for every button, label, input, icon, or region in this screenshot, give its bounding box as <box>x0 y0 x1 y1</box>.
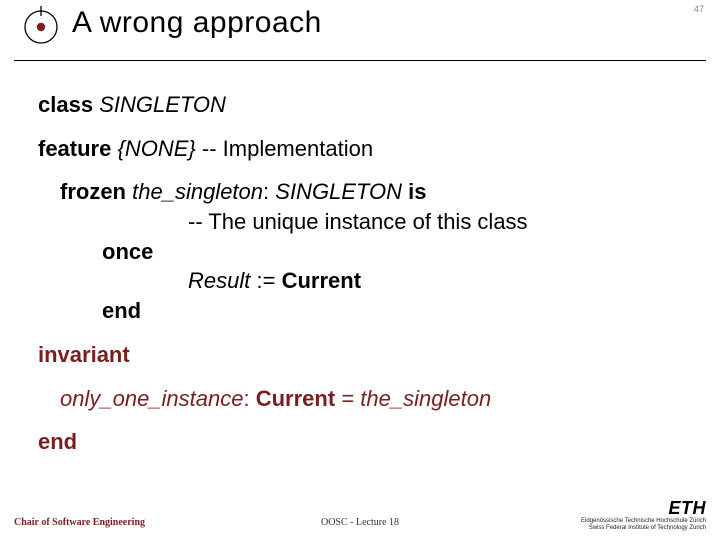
slide: A wrong approach 47 class SINGLETON feat… <box>0 0 720 540</box>
kw-current: Current <box>282 268 361 293</box>
return-type: SINGLETON <box>275 179 402 204</box>
class-line: class SINGLETON <box>38 90 690 120</box>
kw-class: class <box>38 92 93 117</box>
kw-once: once <box>102 239 153 264</box>
routine-header: frozen the_singleton: SINGLETON is <box>60 177 690 207</box>
result: Result <box>188 268 250 293</box>
slide-header: A wrong approach 47 <box>14 0 706 61</box>
eth-logo: ETH <box>581 499 706 517</box>
footer-right: ETH Eidgenössische Technische Hochschule… <box>581 499 706 532</box>
eth-sub1: Eidgenössische Technische Hochschule Zür… <box>581 518 706 525</box>
assign-op: := <box>256 268 275 293</box>
eth-sub2: Swiss Federal Institute of Technology Zu… <box>581 525 706 532</box>
routine-comment-line: -- The unique instance of this class <box>188 207 690 237</box>
feature-line: feature {NONE} -- Implementation <box>38 134 690 164</box>
slide-title: A wrong approach <box>72 6 322 40</box>
routine-comment: -- The unique instance of this class <box>188 209 528 234</box>
kw-invariant: invariant <box>38 342 130 367</box>
kw-frozen: frozen <box>60 179 126 204</box>
once-line: once <box>102 237 690 267</box>
kw-end-routine: end <box>102 298 141 323</box>
inv-rhs: the_singleton <box>360 386 491 411</box>
invariant-clause: only_one_instance: Current = the_singlet… <box>60 384 690 414</box>
inv-current: Current <box>256 386 335 411</box>
kw-is: is <box>408 179 426 204</box>
inv-tag: only_one_instance <box>60 386 243 411</box>
bullet-logo-icon <box>20 6 62 48</box>
assign-line: Result := Current <box>188 266 690 296</box>
kw-feature: feature <box>38 136 111 161</box>
feature-comment: -- Implementation <box>202 136 373 161</box>
class-name: SINGLETON <box>99 92 226 117</box>
page-number: 47 <box>694 4 704 14</box>
feature-name: the_singleton <box>132 179 263 204</box>
end-class-line: end <box>38 427 690 457</box>
kw-end-class: end <box>38 429 77 454</box>
invariant-line: invariant <box>38 340 690 370</box>
type-colon: : <box>263 179 269 204</box>
export-clause: {NONE} <box>117 136 195 161</box>
inv-colon: : <box>243 386 249 411</box>
code-body: class SINGLETON feature {NONE} -- Implem… <box>38 90 690 457</box>
inv-eq: = <box>341 386 354 411</box>
end-routine-line: end <box>102 296 690 326</box>
